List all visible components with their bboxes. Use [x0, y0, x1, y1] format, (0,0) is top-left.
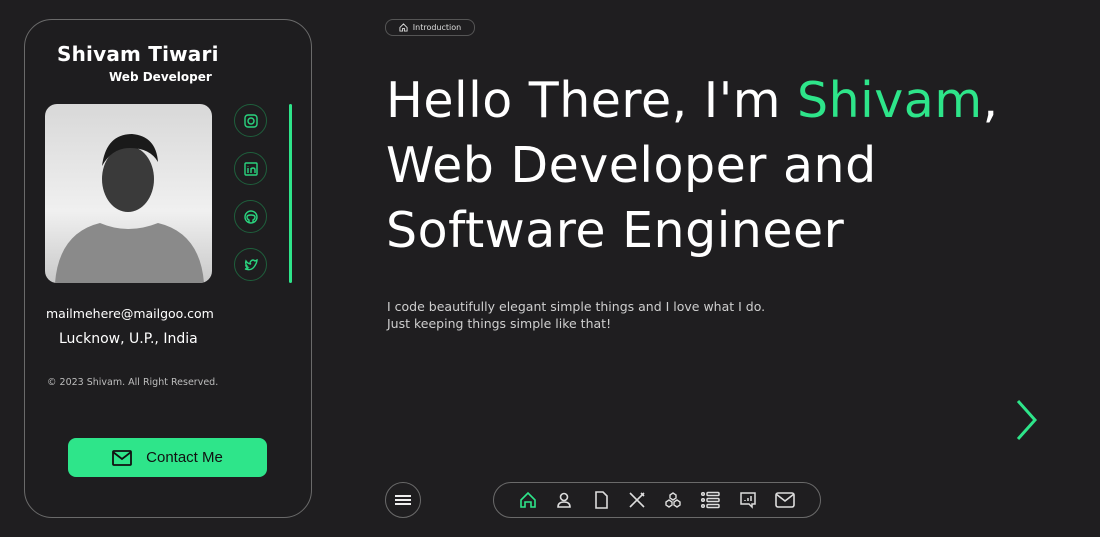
- mail-icon: [775, 492, 795, 508]
- profile-name: Shivam Tiwari: [57, 42, 219, 66]
- heading-comma: ,: [982, 72, 999, 129]
- chevron-right-icon: [1016, 399, 1038, 441]
- section-label: Introduction: [412, 23, 462, 32]
- nav-about[interactable]: [555, 491, 573, 509]
- profile-location: Lucknow, U.P., India: [59, 331, 198, 347]
- nav-portfolio[interactable]: [700, 491, 721, 509]
- copyright: © 2023 Shivam. All Right Reserved.: [47, 377, 219, 388]
- instagram-link[interactable]: [234, 104, 267, 137]
- linkedin-icon: [243, 161, 258, 176]
- bottom-nav: [493, 482, 821, 518]
- social-divider: [289, 104, 292, 283]
- mail-icon: [112, 449, 133, 466]
- user-icon: [557, 492, 572, 508]
- next-button[interactable]: [1010, 398, 1040, 446]
- heading-line2: Web Developer and: [386, 137, 877, 194]
- nav-testimonials[interactable]: [739, 491, 757, 509]
- home-icon: [520, 491, 536, 508]
- heading-line1: Hello There, I'm: [386, 72, 798, 129]
- tools-icon: [629, 492, 645, 508]
- list-icon: [701, 491, 721, 509]
- instagram-icon: [243, 113, 258, 128]
- contact-me-label: Contact Me: [146, 449, 223, 466]
- nav-skills[interactable]: [664, 491, 682, 509]
- home-icon: [399, 23, 408, 32]
- nav-home[interactable]: [519, 491, 537, 509]
- chat-chart-icon: [739, 492, 756, 509]
- profile-role: Web Developer: [109, 70, 212, 84]
- nav-contact[interactable]: [775, 492, 795, 508]
- hero-heading: Hello There, I'm Shivam, Web Developer an…: [386, 68, 999, 263]
- desc-line2: Just keeping things simple like that!: [387, 316, 612, 331]
- cubes-icon: [665, 492, 681, 508]
- github-link[interactable]: [234, 200, 267, 233]
- desc-line1: I code beautifully elegant simple things…: [387, 299, 766, 314]
- menu-button[interactable]: [385, 482, 421, 518]
- document-icon: [594, 491, 608, 509]
- contact-me-button[interactable]: Contact Me: [68, 438, 267, 477]
- section-badge: Introduction: [385, 19, 475, 36]
- nav-services[interactable]: [628, 491, 646, 509]
- heading-line3: Software Engineer: [386, 202, 845, 259]
- nav-resume[interactable]: [592, 491, 610, 509]
- twitter-icon: [244, 258, 258, 270]
- hero-description: I code beautifully elegant simple things…: [387, 298, 765, 332]
- github-icon: [243, 209, 258, 224]
- profile-photo: [45, 104, 212, 283]
- hamburger-icon: [395, 495, 411, 505]
- profile-card: Shivam Tiwari Web Developer mailmehere@m…: [24, 19, 312, 518]
- twitter-link[interactable]: [234, 248, 267, 281]
- profile-email[interactable]: mailmehere@mailgoo.com: [46, 306, 214, 321]
- heading-name: Shivam: [797, 72, 983, 129]
- linkedin-link[interactable]: [234, 152, 267, 185]
